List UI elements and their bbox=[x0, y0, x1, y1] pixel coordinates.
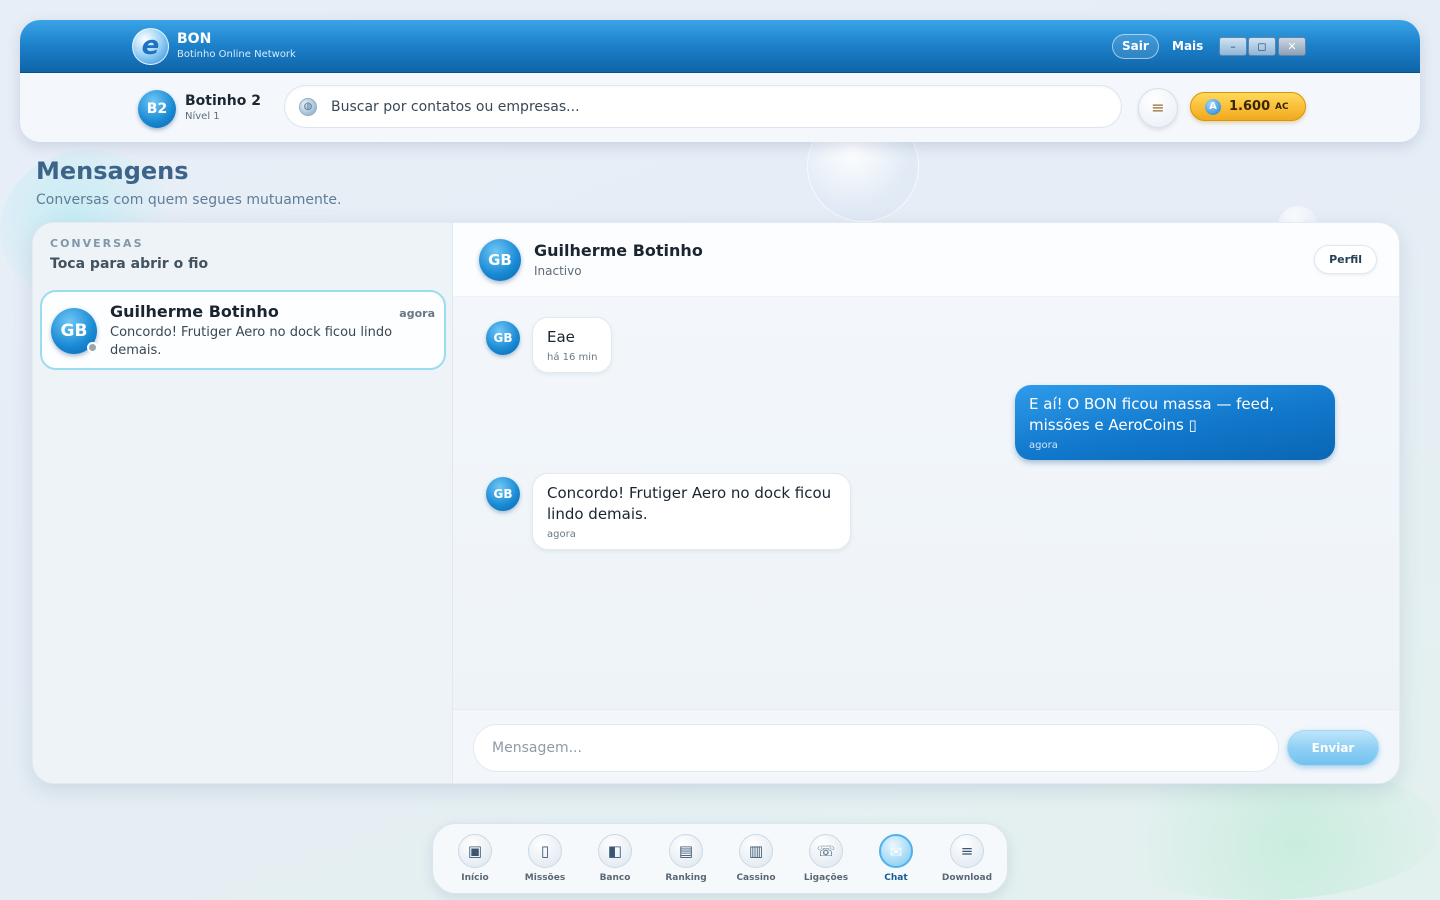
sidebar-kicker: CONVERSAS bbox=[50, 237, 144, 250]
maximize-icon[interactable]: ◻ bbox=[1248, 37, 1276, 56]
message-avatar: GB bbox=[486, 321, 520, 355]
message-text: E aí! O BON ficou massa — feed, missões … bbox=[1029, 395, 1275, 434]
dock-item-download[interactable]: ≡ Download bbox=[937, 834, 997, 890]
dock-item-chat[interactable]: ✉ Chat bbox=[866, 834, 926, 890]
phone-icon: ▯ bbox=[528, 834, 562, 868]
message-input[interactable] bbox=[473, 724, 1279, 772]
conversation-time: agora bbox=[399, 307, 435, 320]
message-bubble-outgoing: E aí! O BON ficou massa — feed, missões … bbox=[1015, 385, 1335, 460]
conversation-preview: Concordo! Frutiger Aero no dock ficou li… bbox=[110, 325, 393, 358]
dock-label: Missões bbox=[524, 873, 566, 883]
message-avatar: GB bbox=[486, 477, 520, 511]
ranking-icon: ▤ bbox=[669, 834, 703, 868]
contact-name: Guilherme Botinho bbox=[534, 241, 703, 260]
close-icon[interactable]: ✕ bbox=[1278, 37, 1306, 56]
chat-header: GB Guilherme Botinho Inactivo Perfil bbox=[453, 223, 1399, 297]
profile-level: Nível 1 bbox=[185, 111, 220, 122]
download-bench-icon: ≡ bbox=[950, 834, 984, 868]
contact-avatar[interactable]: GB bbox=[479, 239, 521, 281]
profile-name: Botinho 2 bbox=[185, 93, 261, 109]
dock-label: Início bbox=[461, 873, 489, 883]
conversation-name: Guilherme Botinho bbox=[110, 302, 279, 321]
home-monitor-icon: ▣ bbox=[458, 834, 492, 868]
page-subtitle: Conversas com quem segues mutuamente. bbox=[36, 192, 342, 208]
top-window: e BON Botinho Online Network Sair Mais –… bbox=[20, 20, 1420, 142]
dock-item-ranking[interactable]: ▤ Ranking bbox=[656, 834, 716, 890]
send-button[interactable]: Enviar bbox=[1287, 730, 1379, 766]
search-box[interactable]: ◍ bbox=[284, 85, 1122, 128]
message-text: Eae bbox=[547, 328, 575, 346]
aerocoins-balance[interactable]: A 1.600 AC bbox=[1190, 92, 1306, 121]
app-subtitle: Botinho Online Network bbox=[177, 49, 296, 60]
message-list[interactable]: GB Eae há 16 min E aí! O BON ficou massa… bbox=[453, 297, 1399, 709]
message-time: agora bbox=[1029, 440, 1058, 451]
profile-button[interactable]: Perfil bbox=[1314, 245, 1377, 274]
dock-label: Chat bbox=[884, 873, 908, 883]
dock-item-banco[interactable]: ◧ Banco bbox=[585, 834, 645, 890]
message-bubble-incoming: Concordo! Frutiger Aero no dock ficou li… bbox=[532, 473, 851, 550]
profile-avatar[interactable]: B2 bbox=[138, 90, 176, 128]
dock-item-missoes[interactable]: ▯ Missões bbox=[515, 834, 575, 890]
status-dot-icon bbox=[87, 342, 98, 353]
page-title: Mensagens bbox=[36, 157, 189, 185]
logout-button[interactable]: Sair bbox=[1112, 34, 1159, 59]
title-bar: e BON Botinho Online Network Sair Mais –… bbox=[20, 20, 1420, 73]
bench-icon[interactable]: ≡ bbox=[1138, 88, 1178, 128]
aerocoin-icon: A bbox=[1205, 99, 1221, 115]
chat-mail-icon: ✉ bbox=[879, 834, 913, 868]
dock-label: Download bbox=[941, 873, 993, 883]
message-bubble-incoming: Eae há 16 min bbox=[532, 317, 613, 373]
app-title: BON bbox=[177, 31, 212, 47]
contact-status: Inactivo bbox=[534, 264, 582, 278]
casino-icon: ▥ bbox=[739, 834, 773, 868]
message-time: agora bbox=[547, 529, 576, 540]
dock-label: Ranking bbox=[665, 873, 707, 883]
conversations-sidebar: CONVERSAS Toca para abrir o fio GB Guilh… bbox=[33, 223, 453, 783]
dock-label: Banco bbox=[599, 873, 631, 883]
dock-item-cassino[interactable]: ▥ Cassino bbox=[726, 834, 786, 890]
bottom-dock: ▣ Início ▯ Missões ◧ Banco ▤ Ranking ▥ C… bbox=[432, 823, 1008, 894]
dock-label: Ligações bbox=[803, 873, 849, 883]
dock-label: Cassino bbox=[736, 873, 776, 883]
message-text: Concordo! Frutiger Aero no dock ficou li… bbox=[547, 484, 832, 523]
app-logo-icon: e bbox=[132, 28, 169, 65]
more-menu-button[interactable]: Mais bbox=[1172, 39, 1203, 53]
message-time: há 16 min bbox=[547, 352, 598, 363]
bank-icon: ◧ bbox=[598, 834, 632, 868]
search-input[interactable] bbox=[331, 86, 1111, 127]
dock-item-inicio[interactable]: ▣ Início bbox=[445, 834, 505, 890]
minimize-icon[interactable]: – bbox=[1219, 37, 1247, 56]
messages-window: CONVERSAS Toca para abrir o fio GB Guilh… bbox=[32, 222, 1400, 784]
coin-value: 1.600 bbox=[1229, 99, 1271, 114]
dock-item-ligacoes[interactable]: ☏ Ligações bbox=[796, 834, 856, 890]
coin-unit: AC bbox=[1275, 102, 1289, 112]
sidebar-title: Toca para abrir o fio bbox=[50, 256, 209, 272]
conversation-item[interactable]: GB Guilherme Botinho agora Concordo! Fru… bbox=[40, 290, 446, 370]
message-composer: Enviar bbox=[453, 709, 1399, 783]
globe-search-icon: ◍ bbox=[299, 98, 317, 116]
calls-icon: ☏ bbox=[809, 834, 843, 868]
